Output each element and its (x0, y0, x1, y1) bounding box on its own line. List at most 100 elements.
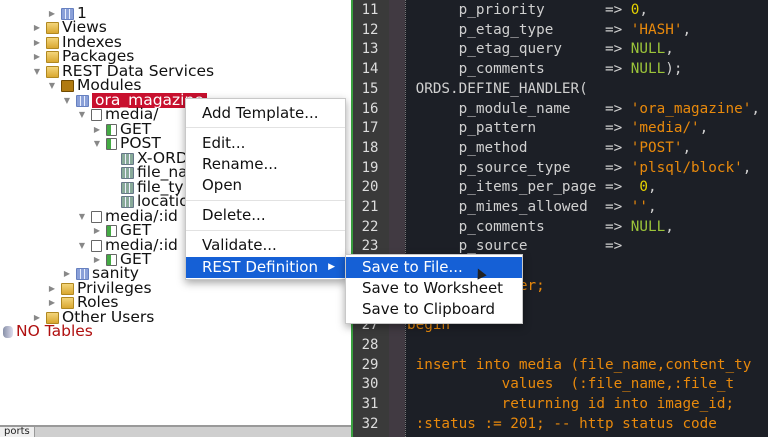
rest-definition-submenu: Save to File... Save to Worksheet Save t… (345, 254, 523, 324)
expand-toggle-icon[interactable]: ▶ (32, 35, 42, 50)
code-token-text: , (742, 159, 752, 176)
code-token-null: NULL (630, 61, 666, 78)
code-token-text: ORDS.DEFINE_HANDLER( (407, 80, 588, 97)
code-line[interactable]: p_source_type => 'plsql/block', (407, 159, 752, 179)
code-line[interactable]: ORDS.DEFINE_HANDLER( (407, 80, 588, 100)
line-number: 29 (361, 356, 379, 373)
menu-item-label: REST Definition (202, 258, 318, 276)
meth-icon (106, 224, 117, 237)
code-token-text: p_etag_query => (407, 41, 631, 58)
folder-icon (61, 282, 74, 295)
page-icon (91, 210, 102, 223)
code-token-string: insert into media (file_name,content_ty (407, 356, 752, 373)
menu-item-rename[interactable]: Rename... (186, 154, 345, 175)
code-token-text: p_source => (407, 238, 623, 255)
fold-margin (389, 0, 405, 437)
code-token-null: NULL (630, 41, 666, 58)
code-token-string: 'POST' (630, 139, 683, 156)
tree-node[interactable]: NO Tables (0, 323, 93, 339)
line-number: 28 (361, 336, 379, 353)
menu-item-add-template[interactable]: Add Template... (186, 103, 345, 124)
code-line[interactable]: p_mimes_allowed => '', (407, 198, 657, 218)
code-line[interactable]: p_etag_type => 'HASH', (407, 21, 691, 41)
menu-item-save-to-file[interactable]: Save to File... (346, 257, 522, 278)
expand-toggle-icon[interactable]: ▶ (32, 20, 42, 35)
menu-item-rest-definition[interactable]: REST Definition ▶ (186, 257, 345, 278)
expand-toggle-icon[interactable]: ▶ (92, 122, 102, 137)
expand-toggle-icon[interactable]: ▼ (77, 107, 87, 122)
code-token-text: p_items_per_page => (407, 179, 640, 196)
code-token-text: ); (665, 61, 683, 78)
code-token-text: p_etag_type => (407, 21, 631, 38)
code-line[interactable]: p_comments => NULL, (407, 218, 674, 238)
param-icon (121, 152, 134, 165)
submenu-arrow-icon: ▶ (328, 262, 335, 272)
tab-reports[interactable]: ports (0, 427, 35, 437)
expand-toggle-icon[interactable]: ▶ (62, 266, 72, 281)
meth-icon (106, 123, 117, 136)
menu-item-save-to-clipboard[interactable]: Save to Clipboard (346, 299, 522, 320)
line-number: 20 (361, 179, 379, 196)
code-token-text: p_priority => (407, 2, 631, 18)
expand-toggle-icon[interactable]: ▶ (92, 223, 102, 238)
menu-item-save-to-worksheet[interactable]: Save to Worksheet (346, 278, 522, 299)
expand-toggle-icon[interactable]: ▼ (77, 238, 87, 253)
code-line[interactable]: p_module_name => 'ora_magazine', (407, 100, 760, 120)
grid-icon (76, 94, 89, 107)
expand-toggle-icon[interactable]: ▶ (47, 295, 57, 310)
folder-icon (46, 50, 59, 63)
code-line[interactable]: p_method => 'POST', (407, 139, 691, 159)
expand-toggle-icon[interactable]: ▼ (47, 78, 57, 93)
menu-divider (186, 200, 345, 201)
expand-toggle-icon[interactable]: ▼ (32, 64, 42, 79)
folder-icon (46, 21, 59, 34)
code-token-number: 0 (639, 179, 649, 196)
code-line[interactable]: :status := 201; -- http status code (407, 415, 717, 435)
line-number: 30 (361, 376, 379, 393)
code-token-text: , (751, 100, 760, 117)
code-token-string: 'plsql/block' (630, 159, 743, 176)
menu-item-delete[interactable]: Delete... (186, 205, 345, 226)
expand-toggle-icon[interactable]: ▼ (62, 93, 72, 108)
expand-toggle-icon[interactable]: ▶ (47, 6, 57, 21)
menu-divider (186, 230, 345, 231)
code-line[interactable]: values (:file_name,:file_t (407, 375, 734, 395)
menu-item-open[interactable]: Open (186, 175, 345, 196)
code-token-text: p_pattern => (407, 120, 631, 137)
menu-item-edit[interactable]: Edit... (186, 133, 345, 154)
folder-icon (46, 36, 59, 49)
folder-icon (46, 65, 59, 78)
code-line[interactable]: p_pattern => 'media/', (407, 119, 709, 139)
code-editor[interactable]: 11 p_priority => 0, 12 p_etag_type => 'HA… (351, 0, 768, 437)
line-number: 14 (361, 61, 379, 78)
folder-icon (61, 296, 74, 309)
line-number: 21 (361, 199, 379, 215)
expand-toggle-icon[interactable]: ▶ (47, 281, 57, 296)
code-token-text: , (648, 199, 657, 215)
meth-icon (106, 137, 117, 150)
param-icon (121, 195, 134, 208)
code-token-text: p_method => (407, 139, 631, 156)
code-token-text: , (665, 41, 674, 58)
code-line[interactable]: insert into media (file_name,content_ty (407, 356, 752, 376)
menu-item-validate[interactable]: Validate... (186, 235, 345, 256)
code-token-text: p_comments => (407, 61, 631, 78)
line-number: 13 (361, 41, 379, 58)
line-number: 12 (361, 21, 379, 38)
expand-toggle-icon[interactable]: ▼ (92, 136, 102, 151)
expand-toggle-icon[interactable]: ▶ (32, 49, 42, 64)
expand-toggle-icon[interactable]: ▼ (77, 209, 87, 224)
param-icon (121, 166, 134, 179)
code-line[interactable]: p_priority => 0, (407, 1, 648, 21)
menu-divider (186, 127, 345, 128)
code-line[interactable]: p_items_per_page => 0, (407, 178, 657, 198)
page-icon (91, 108, 102, 121)
db-icon (3, 325, 13, 338)
code-line[interactable]: p_comments => NULL); (407, 60, 683, 80)
code-line[interactable]: p_etag_query => NULL, (407, 40, 674, 60)
code-token-text: p_mimes_allowed => (407, 199, 631, 215)
code-token-string: 'media/' (630, 120, 700, 137)
code-token-text: , (665, 218, 674, 235)
code-line[interactable]: returning id into image_id; (407, 395, 734, 415)
line-number: 15 (361, 80, 379, 97)
